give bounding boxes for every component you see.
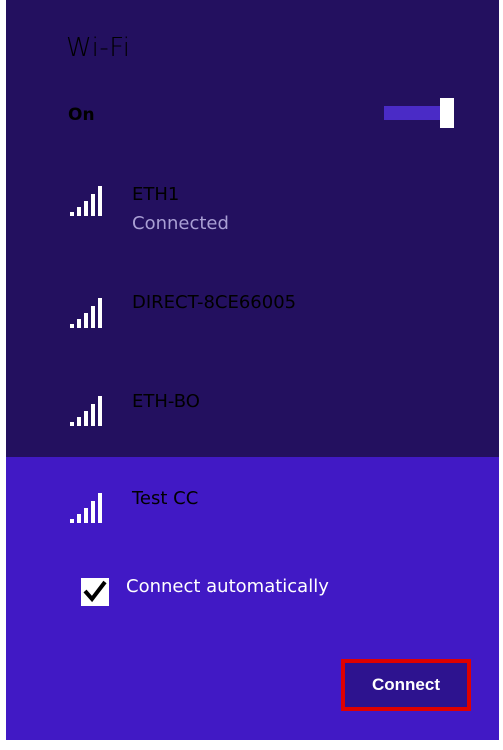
wifi-signal-icon bbox=[70, 493, 106, 523]
network-name: ETH1 bbox=[132, 184, 180, 205]
network-status: Connected bbox=[132, 213, 229, 234]
panel-bottom-border bbox=[6, 740, 499, 750]
wifi-signal-icon bbox=[70, 298, 106, 328]
panel-title: Wi-Fi bbox=[66, 33, 131, 63]
network-name: DIRECT-8CE66005 bbox=[132, 292, 297, 313]
network-item-eth-bo[interactable]: ETH-BO bbox=[70, 391, 450, 429]
wifi-signal-icon bbox=[70, 396, 106, 426]
checkmark-icon bbox=[83, 580, 107, 603]
network-name: ETH-BO bbox=[132, 391, 200, 412]
network-item-direct-8ce66005[interactable]: DIRECT-8CE66005 bbox=[70, 292, 450, 330]
wifi-status-label: On bbox=[68, 105, 95, 125]
network-name: Test CC bbox=[132, 488, 199, 509]
toggle-thumb bbox=[440, 98, 454, 128]
connect-button[interactable]: Connect bbox=[341, 659, 471, 711]
toggle-track bbox=[384, 106, 440, 120]
network-item-eth1[interactable]: ETH1 Connected bbox=[70, 184, 450, 242]
connect-automatically-checkbox[interactable] bbox=[81, 578, 109, 606]
network-item-test-cc[interactable]: Test CC bbox=[70, 488, 450, 526]
wifi-signal-icon bbox=[70, 186, 106, 216]
connect-automatically-label: Connect automatically bbox=[126, 576, 329, 597]
wifi-toggle[interactable] bbox=[384, 98, 456, 128]
